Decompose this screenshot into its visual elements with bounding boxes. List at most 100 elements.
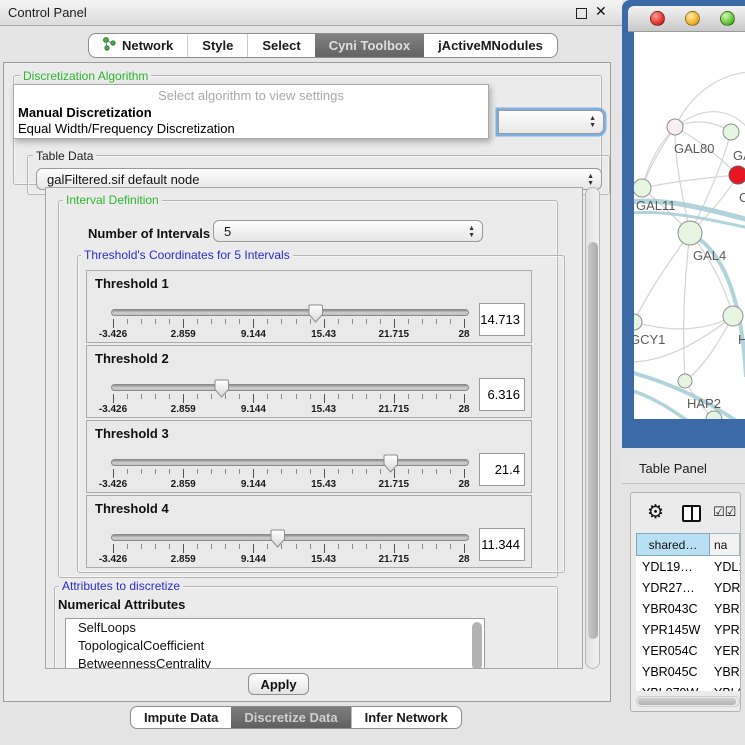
network-node-gcy1[interactable] <box>634 314 642 330</box>
network-node-label: HAP2 <box>687 396 721 411</box>
minor-tick <box>197 469 198 474</box>
threshold-value-field[interactable]: 14.713 <box>479 303 525 336</box>
tab-jactivemnodules[interactable]: jActiveMNodules <box>424 34 557 57</box>
vertical-scrollbar-thumb[interactable] <box>588 242 598 639</box>
tick-label: -3.426 <box>99 329 127 340</box>
network-node-label: H <box>738 332 745 347</box>
network-node-h[interactable] <box>723 306 743 326</box>
algorithm-combobox[interactable]: ▲▼ <box>498 110 604 134</box>
minor-tick <box>380 469 381 474</box>
table-row[interactable]: YDR27…YDR2 <box>636 577 740 598</box>
minor-tick <box>436 544 437 549</box>
threshold-value-field[interactable]: 11.344 <box>479 528 525 561</box>
network-node-gal4[interactable] <box>678 221 702 245</box>
panel-title: Control Panel <box>8 5 87 20</box>
network-node-gal11[interactable] <box>634 179 651 197</box>
tick-label: 28 <box>458 404 469 415</box>
table-row[interactable]: YER054CYER0 <box>636 640 740 661</box>
network-node-gal80[interactable] <box>667 119 683 135</box>
dropdown-option-equal-width-frequency[interactable]: Equal Width/Frequency Discretization <box>18 121 235 136</box>
tab-label: Impute Data <box>144 710 218 725</box>
tab-select[interactable]: Select <box>247 34 314 57</box>
split-table-icon[interactable] <box>682 505 701 522</box>
column-header-name[interactable]: na <box>710 533 740 556</box>
list-scrollbar-thumb[interactable] <box>472 622 482 669</box>
minor-tick <box>267 319 268 324</box>
network-node-label: GCY1 <box>634 332 665 347</box>
minor-tick <box>281 394 282 399</box>
slider-thumb[interactable] <box>307 304 324 323</box>
threshold-value-field[interactable]: 6.316 <box>479 378 525 411</box>
minor-tick <box>169 469 170 474</box>
column-header-shared-name[interactable]: shared… <box>636 533 710 556</box>
close-icon[interactable]: ✕ <box>595 3 607 20</box>
table-row[interactable]: YPR145WYPR1 <box>636 619 740 640</box>
tab-network[interactable]: Network <box>89 34 187 57</box>
tick-label: 15.43 <box>311 329 336 340</box>
minor-tick <box>169 394 170 399</box>
attribute-list-item[interactable]: SelfLoops <box>66 619 484 637</box>
table-rows: YDL19…YDL1YDR27…YDR2YBR043CYBR0YPR145WYP… <box>636 556 740 691</box>
minor-tick <box>155 319 156 324</box>
tick-label: 28 <box>458 554 469 565</box>
tab-style[interactable]: Style <box>187 34 247 57</box>
network-node-label: GA <box>733 148 745 163</box>
horizontal-scrollbar[interactable] <box>636 696 740 707</box>
slider-track[interactable] <box>111 309 469 316</box>
minor-tick <box>366 544 367 549</box>
tick-label: 9.144 <box>241 554 266 565</box>
minor-tick <box>239 544 240 549</box>
tick-label: 2.859 <box>171 404 196 415</box>
minor-tick <box>422 544 423 549</box>
minor-tick <box>310 544 311 549</box>
table-row[interactable]: YBR045CYBR0 <box>636 661 740 682</box>
tab-discretize-data[interactable]: Discretize Data <box>231 707 350 728</box>
minor-tick <box>296 319 297 324</box>
float-window-icon[interactable] <box>576 8 587 19</box>
tab-infer-network[interactable]: Infer Network <box>351 707 461 728</box>
close-traffic-light-icon[interactable] <box>650 11 665 26</box>
network-canvas[interactable]: GAL80GACGAL11GAL4HGCY1HAP2 <box>634 32 745 419</box>
table-row[interactable]: YBR043CYBR0 <box>636 598 740 619</box>
slider-track[interactable] <box>111 459 469 466</box>
slider-thumb[interactable] <box>213 379 230 398</box>
algorithm-dropdown-popup: Select algorithm to view settings Manual… <box>13 84 489 139</box>
node-table[interactable]: shared… na YDL19…YDL1YDR27…YDR2YBR043CYB… <box>636 533 740 691</box>
table-panel-titlebar: Table Panel <box>622 452 745 484</box>
dropdown-option-manual-discretization[interactable]: Manual Discretization <box>18 105 152 120</box>
vertical-scrollbar[interactable] <box>585 187 600 669</box>
apply-button[interactable]: Apply <box>248 673 309 695</box>
slider-thumb[interactable] <box>382 454 399 473</box>
network-node-c[interactable] <box>729 166 745 184</box>
table-row[interactable]: YBL079WYBL0 <box>636 682 740 691</box>
minor-tick <box>408 469 409 474</box>
slider-track[interactable] <box>111 384 469 391</box>
threshold-value-field[interactable]: 21.4 <box>479 453 525 486</box>
network-node-ga[interactable] <box>723 124 739 140</box>
minor-tick <box>310 394 311 399</box>
slider-track[interactable] <box>111 534 469 541</box>
minimize-traffic-light-icon[interactable] <box>685 11 700 26</box>
horizontal-scrollbar-thumb[interactable] <box>638 698 736 705</box>
minor-tick <box>450 319 451 324</box>
tick-label: -3.426 <box>99 479 127 490</box>
network-node-label: C <box>739 190 745 205</box>
dropdown-prompt-item[interactable]: Select algorithm to view settings <box>14 88 488 103</box>
tab-impute-data[interactable]: Impute Data <box>131 707 231 728</box>
gear-icon[interactable]: ⚙ <box>647 503 664 522</box>
attribute-list-item[interactable]: BetweennessCentrality <box>66 655 484 669</box>
checked-checkbox-icons[interactable]: ☑☑ <box>713 504 736 520</box>
threshold-slider-row: Threshold 3-3.4262.8599.14415.4321.71528… <box>86 420 532 493</box>
network-node-hap2[interactable] <box>678 374 692 388</box>
slider-thumb[interactable] <box>269 529 286 548</box>
table-row[interactable]: YDL19…YDL1 <box>636 556 740 577</box>
tab-cyni-toolbox[interactable]: Cyni Toolbox <box>315 34 424 57</box>
cell-name: YBR0 <box>710 665 740 679</box>
attribute-list-item[interactable]: TopologicalCoefficient <box>66 637 484 655</box>
number-of-intervals-combobox[interactable]: 5 ▲▼ <box>213 220 483 242</box>
zoom-traffic-light-icon[interactable] <box>720 11 735 26</box>
minor-tick <box>267 544 268 549</box>
minor-tick <box>338 319 339 324</box>
number-of-intervals-label: Number of Intervals <box>88 226 210 241</box>
numerical-attributes-list[interactable]: SelfLoopsTopologicalCoefficientBetweenne… <box>65 618 485 669</box>
